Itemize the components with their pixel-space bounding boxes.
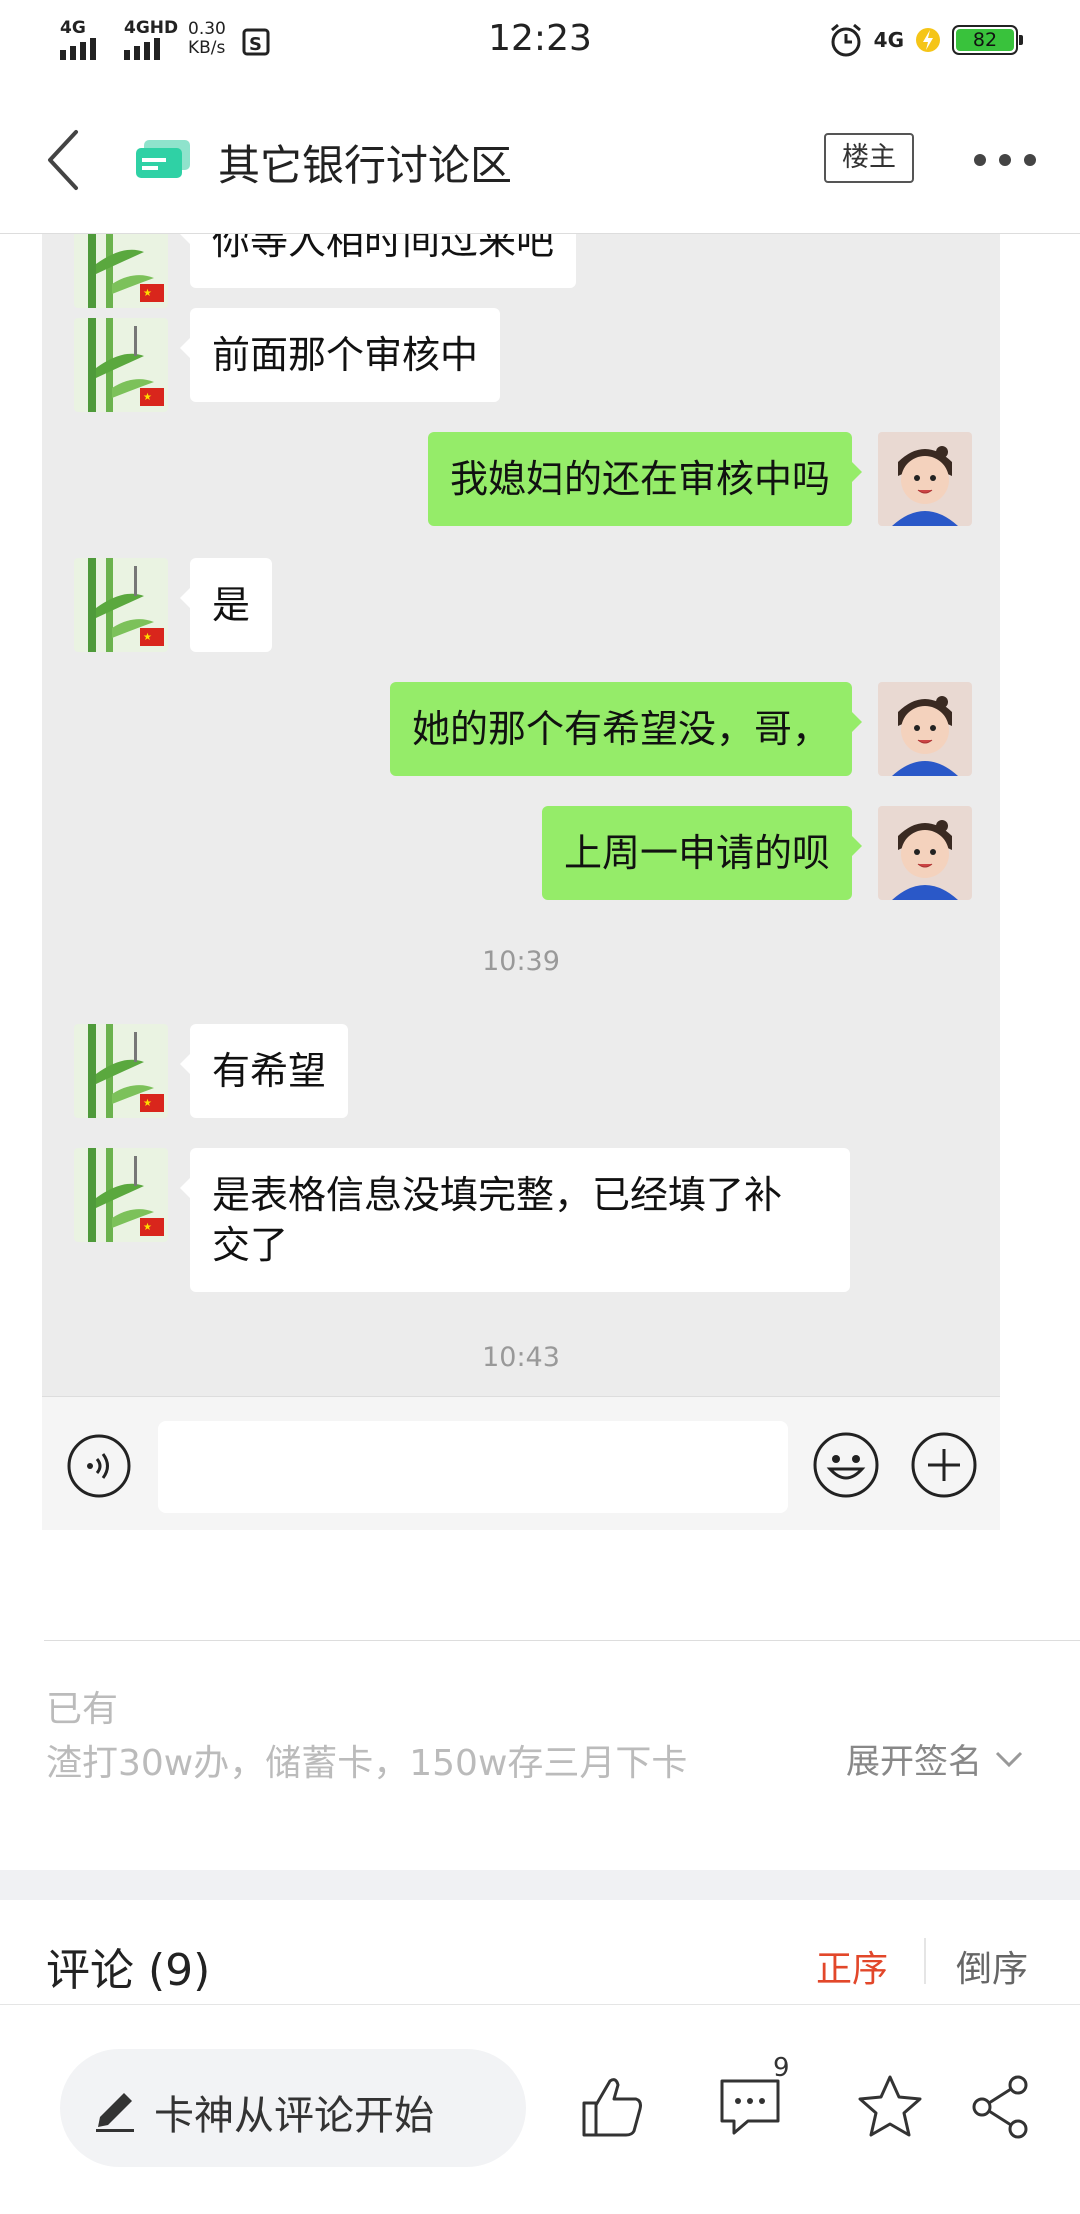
comments-title: 评论 [46, 1945, 134, 1996]
charging-icon [916, 28, 940, 52]
sort-divider [924, 1938, 926, 1984]
svg-text:★: ★ [143, 632, 152, 643]
star-icon[interactable] [854, 2071, 926, 2143]
baby-avatar-icon [878, 806, 972, 900]
forum-title: 其它银行讨论区 [218, 141, 513, 190]
contact-avatar: ★ [74, 1148, 168, 1242]
message-text: 是 [212, 583, 251, 627]
baby-avatar-icon [878, 432, 972, 526]
contact-avatar: ★ [74, 234, 168, 308]
signature-text: 渣打30w办，储蓄卡，150w存三月下卡 [46, 1743, 688, 1784]
chat-bubble-incoming: 前面那个审核中 [179, 308, 501, 402]
expand-signature-button[interactable]: 展开签名 [846, 1734, 1024, 1783]
user-avatar [878, 682, 972, 776]
chat-bubble-incoming: 你等人相时间过来吧 [179, 234, 577, 288]
chat-bubble-incoming: 是 [179, 558, 273, 652]
signature-label: 已有 [46, 1689, 119, 1730]
emoji-icon [813, 1432, 879, 1498]
chat-bubble-incoming: 有希望 [179, 1024, 349, 1118]
chat-bubble-incoming: 是表格信息没填完整，已经填了补 交了 [180, 1148, 850, 1292]
status-bar: 4G 4GHD 0.30 KB/s S 12:23 4G 82 [0, 0, 1080, 86]
chat-timestamp: 10:39 [482, 946, 560, 977]
comments-heading: 评论 (9) [46, 1934, 210, 1998]
bamboo-avatar-icon: ★ [74, 234, 168, 308]
chat-text-field [158, 1421, 788, 1513]
pencil-icon [96, 2093, 134, 2132]
comment-placeholder: 卡神从评论开始 [154, 2093, 434, 2139]
message-text: 有希望 [212, 1049, 327, 1093]
sort-ascending-tab[interactable]: 正序 [816, 1940, 888, 1992]
alarm-icon [830, 23, 861, 57]
bamboo-avatar-icon: ★ [74, 1148, 168, 1242]
chat-input-bar [42, 1396, 1000, 1530]
network-type: 4G [873, 28, 904, 52]
message-text: 上周一申请的呗 [563, 831, 830, 875]
message-text: 我媳妇的还在审核中吗 [449, 457, 830, 501]
share-icon[interactable] [966, 2071, 1038, 2143]
write-comment-button[interactable]: 卡神从评论开始 [60, 2049, 526, 2167]
section-separator [0, 1870, 1080, 1900]
divider [44, 1640, 1080, 1641]
user-avatar [878, 432, 972, 526]
contact-avatar: ★ [74, 558, 168, 652]
voice-icon [67, 1434, 131, 1498]
chat-timestamp: 10:43 [482, 1342, 560, 1373]
user-avatar [878, 806, 972, 900]
chat-bubble-outgoing: 她的那个有希望没，哥， [389, 682, 863, 776]
contact-avatar: ★ [74, 318, 168, 412]
back-icon[interactable] [40, 124, 88, 196]
battery-icon: 82 [952, 25, 1023, 55]
baby-avatar-icon [878, 682, 972, 776]
more-icon[interactable] [970, 150, 1040, 170]
chat-bubble-outgoing: 我媳妇的还在审核中吗 [427, 432, 863, 526]
thumbs-up-icon[interactable] [576, 2071, 648, 2143]
chevron-down-icon [995, 1751, 1023, 1767]
message-text: 她的那个有希望没，哥， [411, 707, 830, 751]
comment-count-badge: 9 [773, 2053, 790, 2083]
contact-avatar: ★ [74, 1024, 168, 1118]
comments-count: (9) [148, 1945, 211, 1996]
bottom-action-bar: 卡神从评论开始 9 [0, 2004, 1080, 2214]
forum-icon [136, 140, 190, 178]
bamboo-avatar-icon: ★ [74, 318, 168, 412]
svg-text:★: ★ [143, 392, 152, 403]
op-only-button[interactable]: 楼主 [824, 133, 914, 183]
sort-descending-tab[interactable]: 倒序 [956, 1940, 1028, 1992]
bamboo-avatar-icon: ★ [74, 558, 168, 652]
message-text-line-1: 是表格信息没填完整，已经填了补 [212, 1173, 783, 1217]
message-text: 你等人相时间过来吧 [212, 234, 555, 263]
svg-text:★: ★ [143, 1098, 152, 1109]
svg-text:★: ★ [143, 1222, 152, 1233]
plus-icon [911, 1432, 977, 1498]
message-text-line-2: 交了 [212, 1223, 289, 1267]
expand-signature-label: 展开签名 [846, 1742, 982, 1782]
bamboo-avatar-icon: ★ [74, 1024, 168, 1118]
svg-text:★: ★ [143, 288, 152, 299]
message-text: 前面那个审核中 [212, 333, 479, 377]
chat-bubble-outgoing: 上周一申请的呗 [541, 806, 863, 900]
nav-bar: 其它银行讨论区 楼主 [0, 86, 1080, 234]
status-right: 4G 82 [828, 22, 1023, 58]
chat-screenshot: ★ 你等人相时间过来吧 ★ 前面那个审核中 我媳妇的还在审核中吗 ★ 是 她的那… [42, 234, 1000, 1530]
battery-level: 82 [956, 29, 1014, 51]
